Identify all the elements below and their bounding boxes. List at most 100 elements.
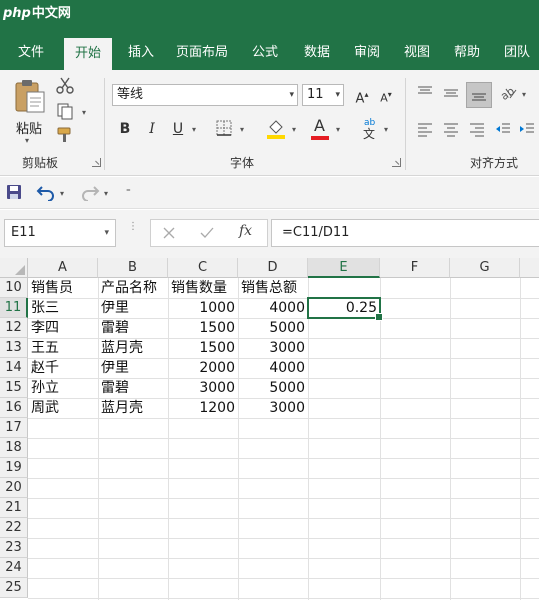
- row-header[interactable]: 13: [0, 338, 28, 358]
- cell-c11[interactable]: 1000: [168, 298, 238, 318]
- cell-a10[interactable]: 销售员: [28, 278, 98, 298]
- column-header-d[interactable]: D: [238, 258, 308, 278]
- tab-review[interactable]: 审阅: [344, 36, 390, 70]
- cell-a11[interactable]: 张三: [28, 298, 98, 318]
- row-header[interactable]: 21: [0, 498, 28, 518]
- undo-icon[interactable]: [36, 183, 56, 203]
- row-header[interactable]: 16: [0, 398, 28, 418]
- font-size-select[interactable]: 11 ▾: [302, 84, 344, 106]
- cell-d13[interactable]: 3000: [238, 338, 308, 358]
- orientation-dropdown-icon[interactable]: ▾: [522, 90, 526, 99]
- row-header[interactable]: 20: [0, 478, 28, 498]
- fill-color-dropdown-icon[interactable]: ▾: [292, 125, 296, 134]
- cell-b11[interactable]: 伊里: [98, 298, 168, 318]
- tab-team[interactable]: 团队: [494, 36, 539, 70]
- underline-button[interactable]: U: [169, 118, 187, 140]
- tab-page-layout[interactable]: 页面布局: [168, 36, 236, 70]
- cell-d16[interactable]: 3000: [238, 398, 308, 418]
- cell-c15[interactable]: 3000: [168, 378, 238, 398]
- resize-handle-icon[interactable]: ⋮: [128, 222, 138, 242]
- copy-icon[interactable]: [56, 102, 76, 122]
- column-header-a[interactable]: A: [28, 258, 98, 278]
- cell-a16[interactable]: 周武: [28, 398, 98, 418]
- save-icon[interactable]: [6, 184, 24, 202]
- cell-b12[interactable]: 雷碧: [98, 318, 168, 338]
- phonetic-icon[interactable]: ab 文: [360, 116, 382, 142]
- font-color-dropdown-icon[interactable]: ▾: [336, 125, 340, 134]
- redo-dropdown-icon[interactable]: ▾: [104, 189, 108, 198]
- cell-d10[interactable]: 销售总额: [238, 278, 308, 298]
- tab-data[interactable]: 数据: [294, 36, 340, 70]
- row-header[interactable]: 15: [0, 378, 28, 398]
- undo-dropdown-icon[interactable]: ▾: [60, 189, 64, 198]
- cell-d12[interactable]: 5000: [238, 318, 308, 338]
- decrease-font-size-icon[interactable]: A▾: [376, 84, 396, 106]
- align-top-icon[interactable]: [416, 84, 436, 104]
- row-header[interactable]: 12: [0, 318, 28, 338]
- cell-b10[interactable]: 产品名称: [98, 278, 168, 298]
- cancel-icon[interactable]: [161, 225, 177, 241]
- font-launcher-icon[interactable]: [392, 158, 401, 167]
- cell-c12[interactable]: 1500: [168, 318, 238, 338]
- align-center-icon[interactable]: [442, 120, 462, 140]
- column-header-f[interactable]: F: [380, 258, 450, 278]
- tab-file[interactable]: 文件: [8, 36, 54, 70]
- enter-icon[interactable]: [199, 225, 215, 241]
- align-right-icon[interactable]: [468, 120, 488, 140]
- cell-b14[interactable]: 伊里: [98, 358, 168, 378]
- increase-indent-icon[interactable]: [518, 120, 538, 140]
- bold-button[interactable]: B: [116, 118, 134, 140]
- column-header-partial[interactable]: [520, 258, 539, 278]
- italic-button[interactable]: I: [143, 118, 161, 140]
- column-header-b[interactable]: B: [98, 258, 168, 278]
- cell-d14[interactable]: 4000: [238, 358, 308, 378]
- tab-home[interactable]: 开始: [64, 38, 112, 70]
- row-header[interactable]: 18: [0, 438, 28, 458]
- align-left-icon[interactable]: [416, 120, 436, 140]
- row-header[interactable]: 14: [0, 358, 28, 378]
- cell-b15[interactable]: 雷碧: [98, 378, 168, 398]
- cell-a12[interactable]: 李四: [28, 318, 98, 338]
- select-all-button[interactable]: [0, 258, 28, 278]
- increase-font-size-icon[interactable]: A▴: [352, 84, 372, 106]
- column-header-g[interactable]: G: [450, 258, 520, 278]
- border-icon[interactable]: [216, 120, 234, 138]
- align-middle-icon[interactable]: [442, 84, 462, 104]
- font-color-icon[interactable]: A: [310, 116, 332, 142]
- column-header-e[interactable]: E: [308, 258, 380, 278]
- cell-c16[interactable]: 1200: [168, 398, 238, 418]
- align-bottom-icon[interactable]: [466, 82, 492, 108]
- cell-a13[interactable]: 王五: [28, 338, 98, 358]
- clipboard-launcher-icon[interactable]: [92, 158, 101, 167]
- row-header[interactable]: 25: [0, 578, 28, 598]
- cell-a14[interactable]: 赵千: [28, 358, 98, 378]
- row-header[interactable]: 11: [0, 298, 28, 318]
- cell-d11[interactable]: 4000: [238, 298, 308, 318]
- font-name-select[interactable]: 等线 ▾: [112, 84, 298, 106]
- cell-d15[interactable]: 5000: [238, 378, 308, 398]
- paste-button[interactable]: 粘贴 ▾: [10, 76, 50, 145]
- tab-formulas[interactable]: 公式: [242, 36, 288, 70]
- row-header[interactable]: 22: [0, 518, 28, 538]
- insert-function-button[interactable]: fx: [239, 223, 252, 239]
- phonetic-dropdown-icon[interactable]: ▾: [384, 125, 388, 134]
- cell-b16[interactable]: 蓝月壳: [98, 398, 168, 418]
- tab-help[interactable]: 帮助: [444, 36, 490, 70]
- cell-c14[interactable]: 2000: [168, 358, 238, 378]
- row-header[interactable]: 10: [0, 278, 28, 298]
- decrease-indent-icon[interactable]: [494, 120, 514, 140]
- cell-a15[interactable]: 孙立: [28, 378, 98, 398]
- formula-input[interactable]: =C11/D11: [271, 219, 539, 247]
- format-painter-icon[interactable]: [56, 126, 76, 146]
- row-header[interactable]: 17: [0, 418, 28, 438]
- column-header-c[interactable]: C: [168, 258, 238, 278]
- cell-c10[interactable]: 销售数量: [168, 278, 238, 298]
- tab-view[interactable]: 视图: [394, 36, 440, 70]
- border-dropdown-icon[interactable]: ▾: [240, 125, 244, 134]
- row-header[interactable]: 23: [0, 538, 28, 558]
- orientation-icon[interactable]: ab: [498, 84, 520, 104]
- cell-c13[interactable]: 1500: [168, 338, 238, 358]
- name-box[interactable]: E11 ▾: [4, 219, 116, 247]
- redo-icon[interactable]: [80, 183, 100, 203]
- row-header[interactable]: 19: [0, 458, 28, 478]
